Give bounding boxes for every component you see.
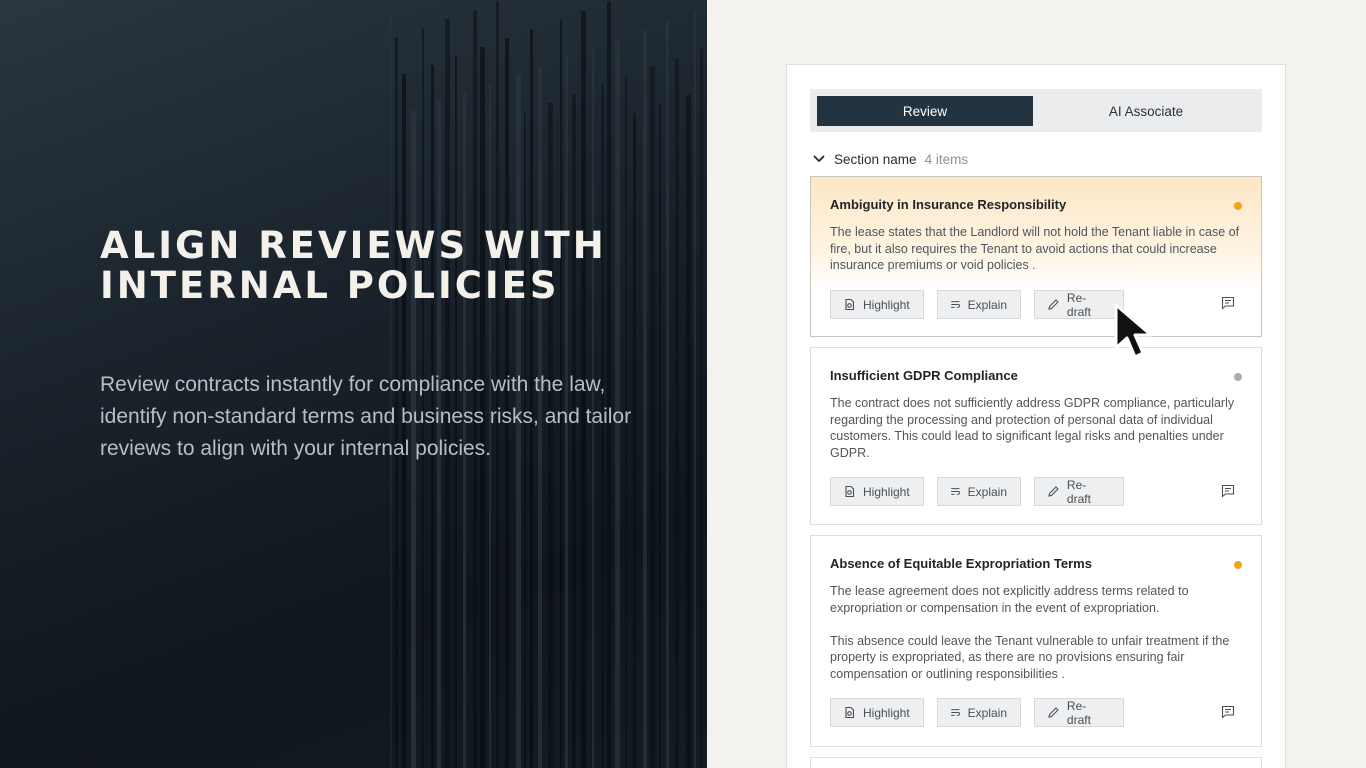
comment-icon[interactable]: [1220, 704, 1236, 720]
issue-paragraph: The lease states that the Landlord will …: [830, 225, 1240, 273]
issue-actions: Highlight Explain Re-draft: [830, 290, 1124, 319]
issue-card[interactable]: Absence of Equitable Expropriation Terms…: [810, 535, 1262, 747]
issue-actions: Highlight Explain Re-draft: [830, 477, 1124, 506]
explain-button[interactable]: Explain: [937, 477, 1021, 506]
hero-subtitle: Review contracts instantly for complianc…: [100, 373, 632, 460]
stripe: [700, 49, 703, 768]
stripe: [686, 95, 691, 768]
explain-icon: [951, 301, 960, 308]
stripe: [675, 58, 679, 768]
issue-card[interactable]: [810, 757, 1262, 768]
status-dot: [1234, 373, 1242, 381]
highlight-button[interactable]: Highlight: [830, 698, 924, 727]
tab-bar: Review AI Associate: [810, 89, 1262, 132]
section-name: Section name: [834, 151, 917, 167]
explain-button[interactable]: Explain: [937, 290, 1021, 319]
issue-title: Insufficient GDPR Compliance: [830, 368, 1018, 383]
highlight-icon: [845, 706, 855, 719]
issue-paragraph: The lease agreement does not explicitly …: [830, 584, 1189, 615]
issue-paragraph: The contract does not sufficiently addre…: [830, 396, 1235, 460]
hero-panel: ALIGN REVIEWS WITH INTERNAL POLICIES Rev…: [0, 0, 707, 768]
issue-title: Absence of Equitable Expropriation Terms: [830, 556, 1092, 571]
chevron-down-icon: [813, 155, 825, 162]
redraft-button[interactable]: Re-draft: [1034, 290, 1124, 319]
explain-icon: [951, 488, 960, 495]
tab-review[interactable]: Review: [817, 96, 1033, 126]
issue-description: The lease agreement does not explicitly …: [830, 583, 1240, 683]
tab-ai-associate[interactable]: AI Associate: [1036, 96, 1256, 126]
highlight-button[interactable]: Highlight: [830, 290, 924, 319]
explain-label: Explain: [967, 297, 1007, 312]
hero-title: ALIGN REVIEWS WITH INTERNAL POLICIES: [100, 224, 607, 307]
issue-actions: Highlight Explain Re-draft: [830, 698, 1124, 727]
issue-title: Ambiguity in Insurance Responsibility: [830, 197, 1067, 212]
issue-card[interactable]: Ambiguity in Insurance Responsibility Th…: [810, 176, 1262, 337]
highlight-label: Highlight: [863, 705, 910, 720]
redraft-label: Re-draft: [1066, 698, 1091, 727]
issue-description: The lease states that the Landlord will …: [830, 224, 1240, 274]
review-panel: Review AI Associate Section name 4 items…: [786, 64, 1286, 768]
comment-icon[interactable]: [1220, 483, 1236, 499]
status-dot: [1234, 561, 1242, 569]
issue-paragraph: This absence could leave the Tenant vuln…: [830, 633, 1230, 681]
redraft-label: Re-draft: [1066, 290, 1091, 319]
highlight-icon: [845, 485, 855, 498]
highlight-button[interactable]: Highlight: [830, 477, 924, 506]
section-count: 4 items: [924, 151, 969, 167]
issue-card[interactable]: Insufficient GDPR Compliance The contrac…: [810, 347, 1262, 525]
highlight-icon: [845, 298, 855, 311]
explain-icon: [951, 709, 960, 716]
highlight-label: Highlight: [863, 297, 910, 312]
comment-icon[interactable]: [1220, 295, 1236, 311]
pencil-icon: [1048, 299, 1059, 310]
highlight-label: Highlight: [863, 484, 910, 499]
explain-button[interactable]: Explain: [937, 698, 1021, 727]
redraft-label: Re-draft: [1066, 477, 1091, 506]
explain-label: Explain: [967, 484, 1007, 499]
redraft-button[interactable]: Re-draft: [1034, 698, 1124, 727]
stripe: [666, 21, 669, 768]
status-dot: [1234, 202, 1242, 210]
issue-description: The contract does not sufficiently addre…: [830, 395, 1240, 461]
redraft-button[interactable]: Re-draft: [1034, 477, 1124, 506]
section-header[interactable]: Section name 4 items: [812, 149, 968, 169]
pencil-icon: [1048, 486, 1059, 497]
stripe: [694, 12, 696, 768]
pencil-icon: [1048, 707, 1059, 718]
explain-label: Explain: [967, 705, 1007, 720]
mouse-cursor-icon: [1114, 303, 1153, 359]
